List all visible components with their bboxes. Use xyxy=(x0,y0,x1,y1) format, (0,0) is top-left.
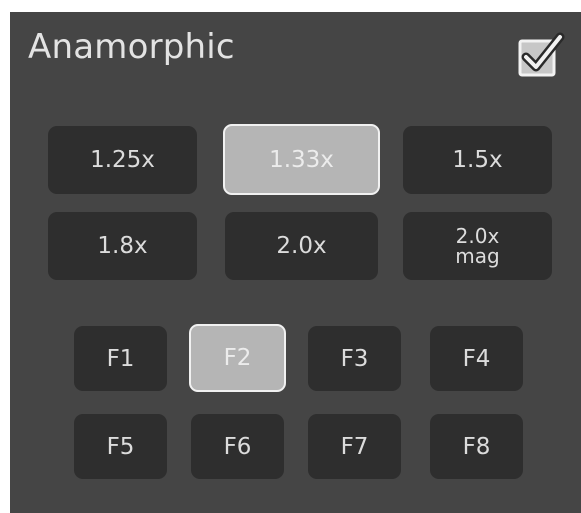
lens-1-25x-button[interactable]: 1.25x xyxy=(48,126,197,194)
lens-2-0x-mag-button[interactable]: 2.0x mag xyxy=(403,212,552,280)
filter-f6-button[interactable]: F6 xyxy=(191,414,284,479)
lens-2-0x-button[interactable]: 2.0x xyxy=(225,212,378,280)
filter-f8-button[interactable]: F8 xyxy=(430,414,523,479)
filter-button-label: F5 xyxy=(106,433,135,460)
lens-1-8x-button[interactable]: 1.8x xyxy=(48,212,197,280)
filter-button-label: F6 xyxy=(223,433,252,460)
panel-title: Anamorphic xyxy=(28,27,235,67)
filter-button-label: F7 xyxy=(340,433,369,460)
lens-1-33x-button[interactable]: 1.33x xyxy=(223,124,380,195)
lens-button-label: 1.25x xyxy=(90,147,155,173)
lens-button-label: 1.8x xyxy=(97,233,148,259)
filter-button-label: F4 xyxy=(462,345,491,372)
anamorphic-enable-checkbox[interactable] xyxy=(515,32,565,82)
lens-button-label: 1.5x xyxy=(452,147,503,173)
filter-f3-button[interactable]: F3 xyxy=(308,326,401,391)
filter-button-label: F8 xyxy=(462,433,491,460)
checkbox-checked-icon xyxy=(518,32,565,77)
filter-f7-button[interactable]: F7 xyxy=(308,414,401,479)
filter-button-label: F2 xyxy=(223,345,252,371)
lens-button-label: 1.33x xyxy=(269,146,334,173)
lens-button-label-line1: 2.0x xyxy=(455,224,500,248)
filter-f4-button[interactable]: F4 xyxy=(430,326,523,391)
filter-f2-button[interactable]: F2 xyxy=(189,324,286,392)
lens-1-5x-button[interactable]: 1.5x xyxy=(403,126,552,194)
lens-button-label: 2.0x xyxy=(276,233,327,259)
filter-f1-button[interactable]: F1 xyxy=(74,326,167,391)
filter-button-label: F3 xyxy=(340,345,369,372)
filter-button-label: F1 xyxy=(106,345,135,372)
anamorphic-panel: Anamorphic 1.25x 1.33x 1.5x 1.8x 2.0x 2.… xyxy=(10,12,581,513)
lens-button-label-line2: mag xyxy=(455,244,500,268)
filter-f5-button[interactable]: F5 xyxy=(74,414,167,479)
